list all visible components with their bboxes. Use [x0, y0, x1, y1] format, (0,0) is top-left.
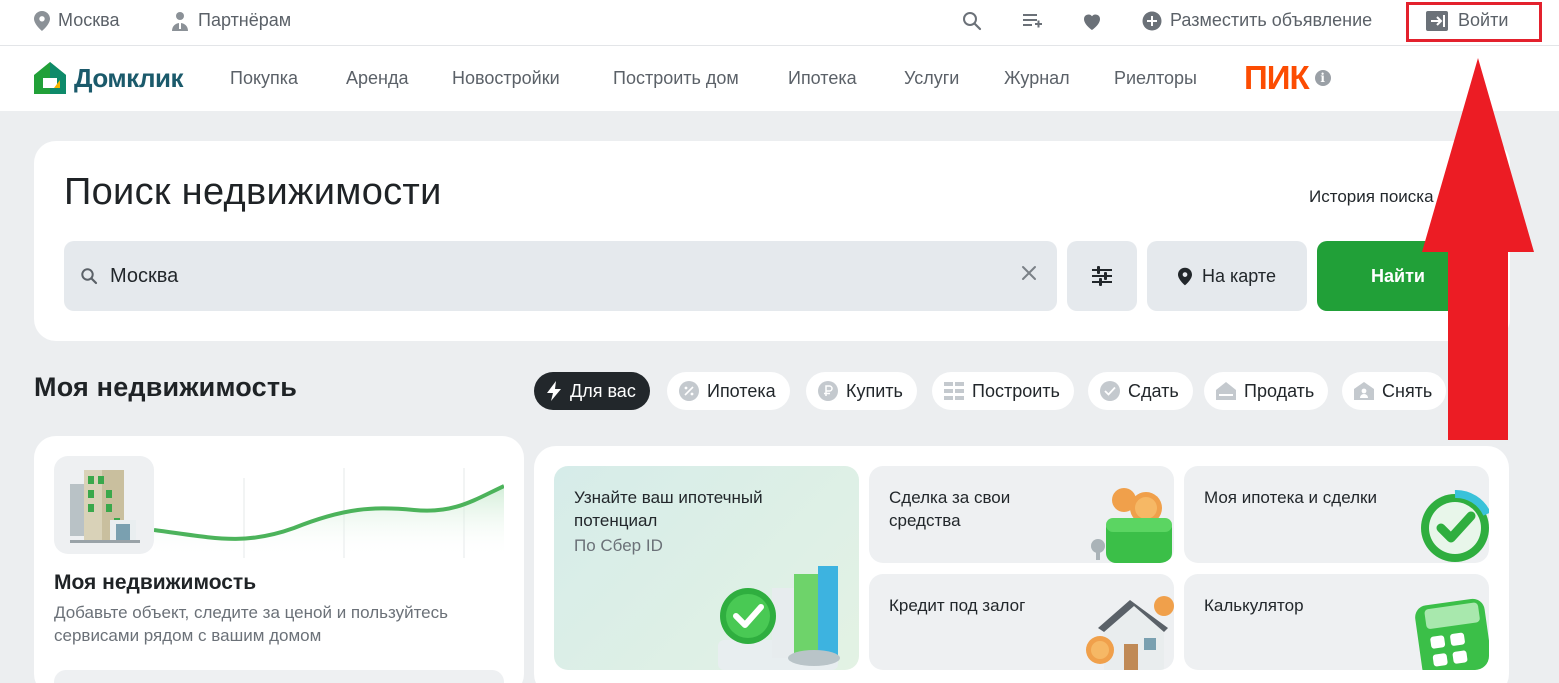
search-input[interactable] [110, 265, 990, 288]
login-icon [1426, 10, 1448, 31]
chart-check-illustration [718, 566, 840, 670]
place-ad-label: Разместить объявление [1170, 10, 1373, 30]
nav-link-build-house[interactable]: Построить дом [613, 68, 739, 89]
red-arrow-annotation [1422, 58, 1534, 440]
tile-title: Кредит под залог [889, 596, 1026, 615]
city-label: Москва [58, 10, 120, 30]
lightning-icon [547, 381, 561, 401]
tile-title: Калькулятор [1204, 596, 1304, 615]
chip-build[interactable]: Построить [932, 372, 1074, 410]
pik-logo-text: ПИК [1244, 59, 1310, 96]
plus-circle-icon [1142, 11, 1162, 30]
chip-mortgage[interactable]: Ипотека [667, 372, 790, 410]
close-icon[interactable] [1021, 265, 1037, 281]
partners-label: Партнёрам [198, 10, 292, 30]
search-card: Поиск недвижимости История поиска На кар… [34, 141, 1510, 341]
place-ad-button[interactable]: Разместить объявление [1142, 10, 1372, 31]
tile-secured-credit[interactable]: Кредит под залог [869, 574, 1174, 670]
page-title: Поиск недвижимости [64, 171, 442, 213]
chip-label: Продать [1244, 380, 1315, 401]
person-icon [172, 11, 188, 31]
login-label: Войти [1458, 10, 1509, 30]
my-realty-card[interactable]: Моя недвижимость Добавьте объект, следит… [34, 436, 524, 683]
house-sell-icon [1216, 382, 1236, 400]
house-person-icon [1354, 382, 1374, 400]
favorites-list-icon[interactable] [1020, 9, 1044, 33]
my-realty-card-description: Добавьте объект, следите за ценой и поль… [54, 603, 448, 645]
building-illustration [54, 456, 154, 554]
check-badge-icon [1100, 381, 1120, 401]
tile-own-funds-deal[interactable]: Сделка за свои средства [869, 466, 1174, 563]
tile-title: Узнайте ваш ипотечный потенциал [574, 488, 763, 530]
logo-text: Домклик [74, 62, 183, 93]
partners-link[interactable]: Партнёрам [170, 10, 291, 31]
bricks-icon [944, 382, 964, 400]
chip-label: Купить [846, 380, 903, 401]
sliders-icon [1092, 266, 1112, 286]
pik-partner-link[interactable]: ПИК i [1244, 61, 1331, 94]
search-icon[interactable] [960, 9, 984, 33]
top-utility-bar: Москва Партнёрам Разместить объявление В… [0, 0, 1559, 46]
info-icon[interactable]: i [1314, 69, 1331, 86]
section-title: Моя недвижимость [34, 372, 298, 402]
chip-label: Для вас [570, 380, 636, 401]
chip-label: Ипотека [707, 380, 776, 401]
on-map-label: На карте [1202, 265, 1276, 286]
percent-icon [679, 381, 699, 401]
chip-for-you[interactable]: Для вас [534, 372, 650, 410]
tile-title: Моя ипотека и сделки [1204, 488, 1377, 507]
nav-link-journal[interactable]: Журнал [1004, 68, 1070, 89]
location-pin-icon [1178, 267, 1193, 285]
sber-check-illustration [1421, 490, 1489, 562]
domclick-logo[interactable]: Домклик [32, 60, 183, 96]
nav-link-mortgage[interactable]: Ипотека [788, 68, 857, 89]
search-icon [81, 268, 98, 285]
tile-calculator[interactable]: Калькулятор [1184, 574, 1489, 670]
login-button[interactable]: Войти [1426, 10, 1508, 31]
main-nav: Домклик Покупка Аренда Новостройки Постр… [0, 46, 1559, 111]
wallet-coins-illustration [1091, 488, 1172, 563]
house-logo-icon [34, 62, 66, 94]
price-trend-graph [154, 468, 504, 558]
nav-link-services[interactable]: Услуги [904, 68, 959, 89]
nav-link-new-buildings[interactable]: Новостройки [452, 68, 560, 89]
tile-title: Сделка за свои средства [889, 488, 1011, 530]
on-map-button[interactable]: На карте [1147, 241, 1307, 311]
chip-sell[interactable]: Продать [1204, 372, 1329, 410]
services-card: Узнайте ваш ипотечный потенциал По Сбер … [534, 446, 1509, 683]
chip-lease-out[interactable]: Сдать [1088, 372, 1193, 410]
location-pin-icon [34, 10, 50, 31]
chip-label: Сдать [1128, 380, 1179, 401]
nav-link-buy[interactable]: Покупка [230, 68, 298, 89]
tile-my-mortgage[interactable]: Моя ипотека и сделки [1184, 466, 1489, 563]
nav-link-realtors[interactable]: Риелторы [1114, 68, 1197, 89]
chip-buy[interactable]: Купить [806, 372, 917, 410]
ruble-icon [818, 381, 838, 401]
next-card-strip [54, 670, 504, 683]
tile-subtitle: По Сбер ID [574, 536, 663, 555]
city-selector[interactable]: Москва [34, 10, 119, 31]
heart-icon[interactable] [1080, 9, 1104, 33]
chip-label: Построить [972, 380, 1060, 401]
nav-link-rent[interactable]: Аренда [346, 68, 408, 89]
search-field[interactable] [64, 241, 1057, 311]
search-history-link[interactable]: История поиска [1309, 187, 1434, 207]
tile-mortgage-potential[interactable]: Узнайте ваш ипотечный потенциал По Сбер … [554, 466, 859, 670]
house-coins-illustration [1086, 596, 1174, 670]
my-realty-card-title: Моя недвижимость [54, 571, 257, 594]
calculator-illustration [1415, 598, 1489, 670]
filters-button[interactable] [1067, 241, 1137, 311]
